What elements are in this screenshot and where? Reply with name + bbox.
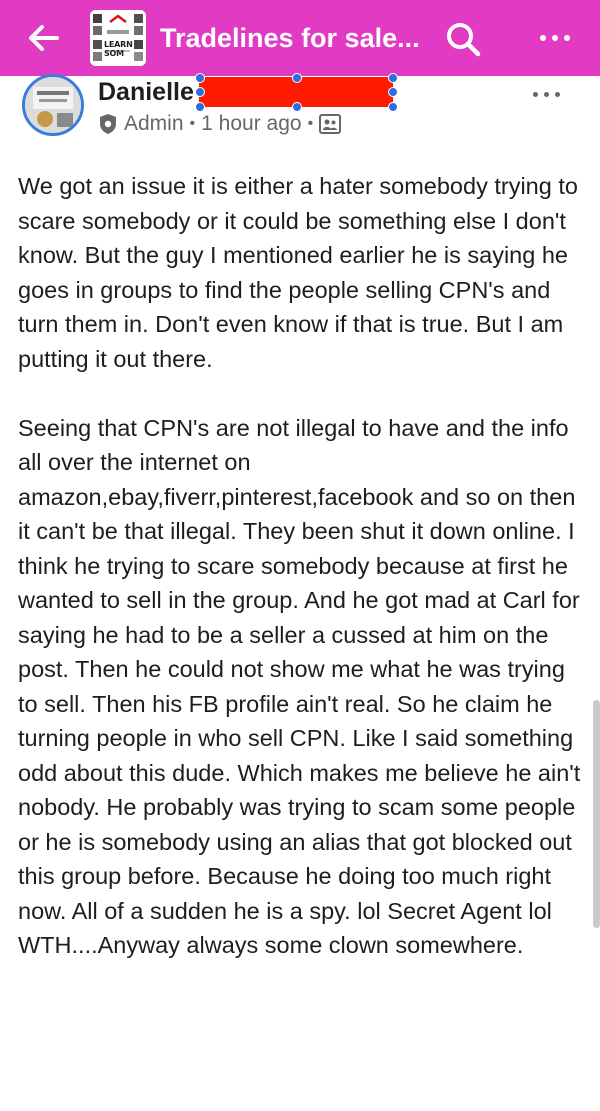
group-thumbnail[interactable]: LEARN SOM — [90, 10, 146, 66]
post-options-button[interactable] — [526, 84, 566, 104]
more-horizontal-icon — [540, 35, 570, 41]
meta-separator: • — [307, 115, 314, 132]
admin-badge-icon — [100, 114, 116, 134]
selection-handle[interactable] — [195, 73, 205, 83]
author-avatar[interactable] — [22, 74, 84, 136]
more-options-button[interactable] — [527, 20, 583, 56]
arrow-left-icon — [29, 25, 59, 51]
group-thumbnail-label: LEARN SOM — [104, 40, 133, 58]
search-button[interactable] — [440, 16, 486, 62]
selection-handle[interactable] — [388, 87, 398, 97]
post-meta: Admin • 1 hour ago • — [98, 110, 342, 138]
avatar-image — [25, 77, 81, 133]
post-text: We got an issue it is either a hater som… — [18, 169, 590, 963]
author-role: Admin — [124, 112, 184, 135]
selection-handle[interactable] — [292, 73, 302, 83]
post-paragraph: Seeing that CPN's are not illegal to hav… — [18, 414, 581, 959]
more-horizontal-icon — [532, 91, 560, 97]
back-button[interactable] — [22, 18, 66, 58]
selection-handle[interactable] — [388, 73, 398, 83]
scrollbar-thumb[interactable] — [593, 700, 600, 928]
group-audience-icon — [319, 114, 342, 134]
meta-separator: • — [189, 115, 196, 132]
author-name[interactable]: Danielle — [98, 77, 194, 107]
search-icon — [447, 23, 481, 57]
group-header-bar: LEARN SOM Tradelines for sale... — [0, 0, 600, 76]
post-paragraph: We got an issue it is either a hater som… — [18, 173, 578, 372]
post-timestamp[interactable]: 1 hour ago — [201, 112, 301, 136]
group-title[interactable]: Tradelines for sale... — [160, 20, 422, 56]
selection-handle[interactable] — [388, 102, 398, 112]
selection-handle[interactable] — [195, 87, 205, 97]
